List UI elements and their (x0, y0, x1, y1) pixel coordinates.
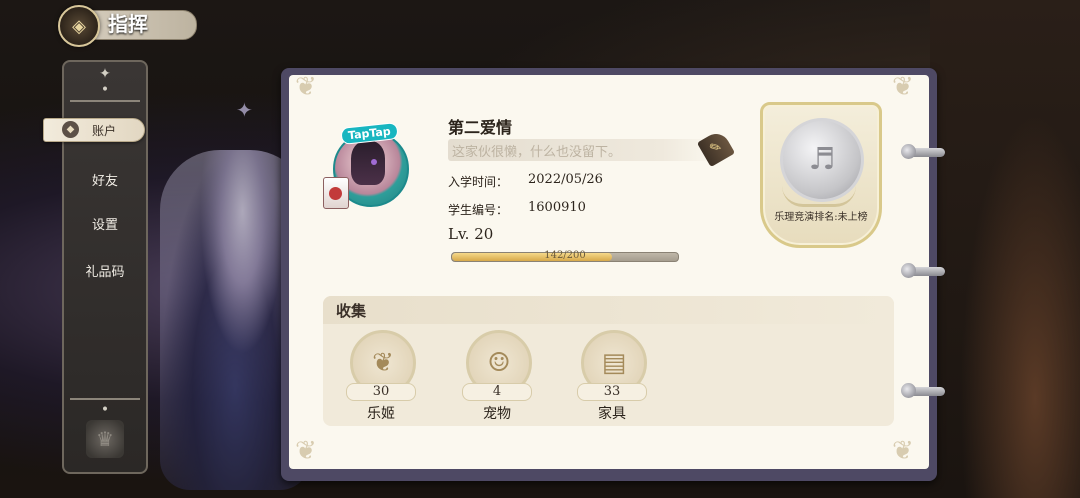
corner-ornament-icon: ❦ (295, 436, 317, 466)
enroll-date-label: 入学时间： (448, 175, 509, 189)
avatar[interactable]: TapTap (321, 122, 409, 213)
corner-ornament-icon: ❦ (892, 72, 914, 102)
collection-item-musicians[interactable]: ❦ 30 乐姬 (346, 330, 416, 430)
player-name: 第二爱情 (448, 118, 513, 137)
collection-title: 收集 (336, 302, 367, 320)
student-id-value: 1600910 (528, 200, 586, 215)
binder-ring (901, 383, 945, 398)
collection-label: 宠物 (483, 406, 511, 422)
menu-divider (70, 398, 140, 400)
menu-item-gift-code[interactable]: 礼品码 (64, 261, 146, 280)
sparkle-icon: ✦ (236, 98, 253, 122)
xp-progress-text: 142/200 (544, 250, 586, 261)
collection-count: 30 (346, 383, 416, 401)
xp-progress-bar: 142/200 (451, 250, 679, 262)
star-ornament-icon: • (100, 402, 110, 418)
student-id-label: 学生编号： (448, 203, 509, 217)
collection-label: 家具 (598, 406, 626, 422)
laurel-icon (782, 186, 856, 207)
menu-item-settings[interactable]: 设置 (64, 214, 146, 233)
menu-item-friends[interactable]: 好友 (64, 170, 146, 189)
avatar-portrait (351, 141, 385, 185)
binder-ring (901, 263, 945, 278)
collection-label: 乐姬 (367, 406, 395, 422)
background-decor-right (930, 0, 1080, 498)
compass-emblem-icon[interactable]: ◈ (58, 5, 100, 47)
enroll-date-value: 2022/05/26 (528, 172, 603, 187)
collection-count: 33 (577, 383, 647, 401)
corner-ornament-icon: ❦ (295, 72, 317, 102)
corner-ornament-icon: ❦ (892, 436, 914, 466)
menu-divider (70, 100, 140, 102)
collection-count: 4 (462, 383, 532, 401)
crest-icon: ♛ (86, 420, 124, 458)
collection-item-pets[interactable]: ☺ 4 宠物 (462, 330, 532, 430)
menu-item-account[interactable]: ◆ 账户 (43, 118, 145, 142)
collection-item-furniture[interactable]: ▤ 33 家具 (577, 330, 647, 430)
card-decoration-icon (323, 177, 349, 209)
binder-ring (901, 144, 945, 159)
page-title: 指挥 (108, 12, 148, 36)
star-ornament-icon: ✦ • (99, 66, 111, 98)
menu-item-label: 账户 (92, 124, 117, 138)
menu-selected-icon: ◆ (62, 121, 79, 138)
rank-status: 乐理竞演排名:未上榜 (774, 212, 868, 223)
collection-header (323, 296, 894, 324)
signature-placeholder: 这家伙很懒，什么也没留下。 (452, 145, 622, 160)
avatar-eye (371, 159, 377, 165)
level-label: Lv. 20 (448, 225, 494, 243)
